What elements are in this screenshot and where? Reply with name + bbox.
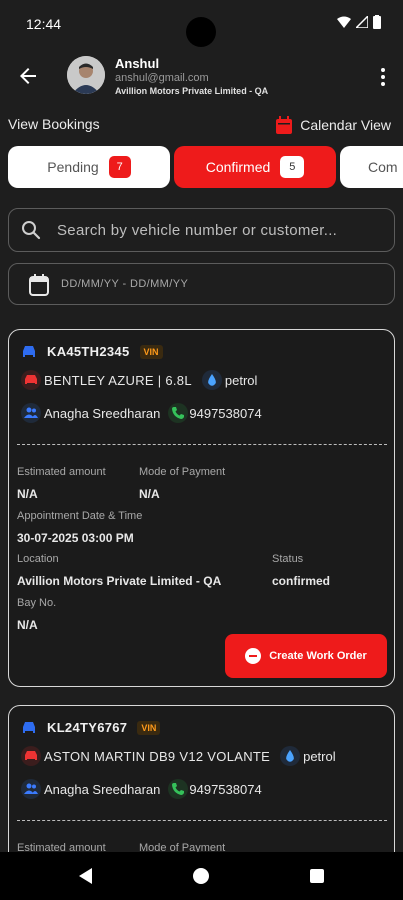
confirmed-count-badge: 5 bbox=[280, 156, 305, 178]
app-header: Anshul anshul@gmail.com Avillion Motors … bbox=[0, 52, 403, 104]
avatar-image bbox=[67, 56, 105, 94]
vehicle-row: BENTLEY AZURE | 6.8L petrol bbox=[21, 370, 257, 390]
appointment-value: 30-07-2025 03:00 PM bbox=[17, 531, 134, 545]
add-icon bbox=[245, 648, 262, 664]
fuel-type: petrol bbox=[303, 748, 336, 764]
status-time: 12:44 bbox=[26, 16, 62, 32]
customer-phone[interactable]: 9497538074 bbox=[189, 782, 261, 797]
tab-pending[interactable]: Pending 7 bbox=[8, 146, 170, 188]
estimated-amount-value: N/A bbox=[17, 487, 38, 501]
phone-icon[interactable] bbox=[168, 403, 189, 423]
calendar-view-button[interactable]: Calendar View bbox=[276, 116, 391, 134]
tab-pending-label: Pending bbox=[47, 159, 99, 175]
dashed-divider bbox=[17, 820, 387, 821]
user-email: anshul@gmail.com bbox=[115, 72, 209, 84]
back-arrow-icon[interactable] bbox=[16, 64, 40, 88]
calendar-icon bbox=[29, 274, 49, 296]
card-title-row: KA45TH2345 VIN bbox=[21, 344, 163, 359]
people-icon bbox=[21, 779, 41, 799]
signal-icon bbox=[356, 16, 368, 28]
location-value: Avillion Motors Private Limited - QA bbox=[17, 574, 222, 588]
wifi-icon bbox=[337, 16, 351, 28]
card-title-row: KL24TY6767 VIN bbox=[21, 720, 161, 735]
search-box bbox=[8, 208, 395, 252]
tab-completed-label: Com bbox=[368, 159, 398, 175]
location-label: Location bbox=[17, 553, 59, 565]
date-range-filter[interactable]: DD/MM/YY - DD/MM/YY bbox=[8, 263, 395, 305]
fuel-drop-icon bbox=[201, 370, 222, 390]
create-work-order-label: Create Work Order bbox=[269, 650, 367, 662]
nav-recents-icon[interactable] bbox=[310, 869, 324, 883]
payment-mode-label: Mode of Payment bbox=[139, 466, 226, 478]
booking-card[interactable]: KA45TH2345 VIN BENTLEY AZURE | 6.8L petr… bbox=[8, 329, 395, 687]
appointment-label: Appointment Date & Time bbox=[17, 510, 143, 522]
customer-name: Anagha Sreedharan bbox=[44, 781, 161, 797]
payment-mode-value: N/A bbox=[139, 487, 160, 501]
vin-badge: VIN bbox=[139, 344, 163, 359]
avatar[interactable] bbox=[67, 56, 105, 94]
fuel-type: petrol bbox=[224, 372, 258, 388]
bay-value: N/A bbox=[17, 618, 38, 632]
fuel-drop-icon bbox=[280, 746, 301, 766]
nav-home-icon[interactable] bbox=[193, 868, 209, 884]
camera-cutout bbox=[186, 17, 216, 47]
customer-row: Anagha Sreedharan 9497538074 bbox=[21, 403, 262, 423]
create-work-order-button[interactable]: Create Work Order bbox=[225, 634, 387, 678]
calendar-icon bbox=[276, 116, 293, 134]
vehicle-model: ASTON MARTIN DB9 V12 VOLANTE bbox=[44, 748, 271, 764]
search-icon bbox=[22, 221, 41, 240]
user-name: Anshul bbox=[115, 56, 160, 71]
tab-confirmed[interactable]: Confirmed 5 bbox=[174, 146, 336, 188]
car-icon bbox=[21, 370, 41, 390]
tab-confirmed-label: Confirmed bbox=[205, 159, 271, 175]
status-label: Status bbox=[272, 553, 304, 565]
system-nav-bar bbox=[0, 852, 403, 900]
pending-count-badge: 7 bbox=[108, 156, 131, 178]
people-icon bbox=[21, 403, 41, 423]
date-range-placeholder: DD/MM/YY - DD/MM/YY bbox=[61, 278, 189, 290]
vehicle-plate: KA45TH2345 bbox=[47, 344, 130, 359]
status-tabs: Pending 7 Confirmed 5 Com bbox=[8, 146, 403, 188]
phone-icon[interactable] bbox=[168, 779, 189, 799]
bookings-row: View Bookings Calendar View bbox=[0, 114, 403, 136]
customer-row: Anagha Sreedharan 9497538074 bbox=[21, 779, 262, 799]
vin-badge: VIN bbox=[137, 720, 161, 735]
search-input[interactable] bbox=[57, 219, 387, 241]
user-company: Avillion Motors Private Limited - QA bbox=[115, 86, 269, 96]
status-value: confirmed bbox=[272, 574, 331, 588]
more-options-icon[interactable] bbox=[379, 66, 387, 88]
status-icons bbox=[337, 15, 381, 29]
customer-phone[interactable]: 9497538074 bbox=[189, 406, 261, 421]
dashed-divider bbox=[17, 444, 387, 445]
tab-completed[interactable]: Com bbox=[340, 146, 403, 188]
battery-icon bbox=[373, 15, 381, 29]
vehicle-row: ASTON MARTIN DB9 V12 VOLANTE petrol bbox=[21, 746, 336, 766]
car-icon bbox=[23, 721, 35, 733]
car-icon bbox=[21, 746, 41, 766]
nav-back-icon[interactable] bbox=[78, 868, 94, 884]
view-bookings-title: View Bookings bbox=[8, 116, 100, 132]
vehicle-plate: KL24TY6767 bbox=[47, 720, 128, 735]
calendar-view-label: Calendar View bbox=[300, 117, 391, 133]
status-bar: 12:44 bbox=[0, 0, 403, 47]
car-icon bbox=[23, 345, 35, 357]
estimated-amount-label: Estimated amount bbox=[17, 466, 106, 478]
vehicle-model: BENTLEY AZURE | 6.8L bbox=[44, 372, 192, 388]
bay-label: Bay No. bbox=[17, 597, 57, 609]
customer-name: Anagha Sreedharan bbox=[44, 405, 161, 421]
